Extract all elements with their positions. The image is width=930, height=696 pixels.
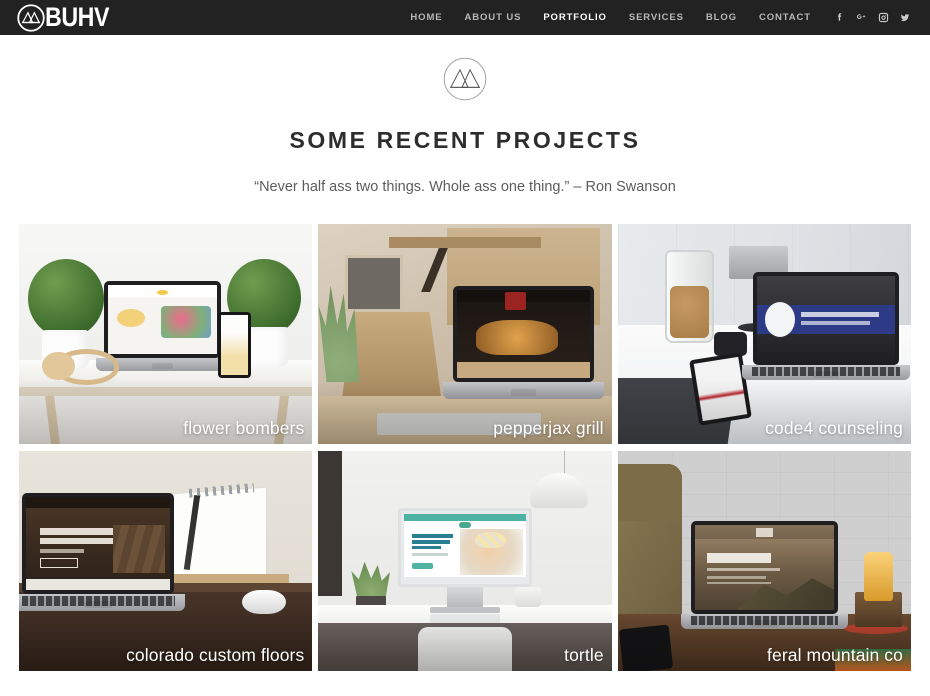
project-tile-code4-counseling[interactable]: code4 counseling (617, 224, 911, 444)
facebook-icon (837, 13, 841, 21)
main-navigation: HOME ABOUT US PORTFOLIO SERVICES BLOG CO… (399, 7, 916, 29)
nav-item-about-us[interactable]: ABOUT US (454, 12, 533, 23)
project-label: code4 counseling (765, 417, 903, 438)
project-tile-colorado-custom-floors[interactable]: colorado custom floors (19, 451, 313, 671)
project-label: feral mountain co (767, 644, 903, 665)
project-tile-pepperjax-grill[interactable]: pepperjax grill (318, 224, 612, 444)
instagram-icon (878, 12, 888, 23)
project-label: colorado custom floors (126, 644, 305, 665)
nav-list: HOME ABOUT US PORTFOLIO SERVICES BLOG CO… (399, 12, 822, 23)
page-intro: SOME RECENT PROJECTS “Never half ass two… (0, 35, 930, 195)
mountain-circle-logo-icon (17, 3, 45, 32)
nav-item-services[interactable]: SERVICES (618, 12, 695, 23)
project-tile-feral-mountain-co[interactable]: feral mountain co (617, 451, 911, 671)
project-label: pepperjax grill (493, 417, 604, 438)
nav-item-blog[interactable]: BLOG (695, 12, 748, 23)
project-label: tortle (564, 644, 604, 665)
nav-item-home[interactable]: HOME (399, 12, 453, 23)
page-title: SOME RECENT PROJECTS (289, 127, 641, 153)
googleplus-link[interactable] (850, 7, 872, 29)
page-quote: “Never half ass two things. Whole ass on… (254, 179, 676, 195)
brand-logo[interactable]: BUHV (16, 3, 120, 33)
project-tile-tortle[interactable]: tortle (318, 451, 612, 671)
twitter-link[interactable] (894, 7, 916, 29)
mountain-circle-emblem-icon (443, 57, 487, 101)
project-tile-flower-bombers[interactable]: flower bombers (19, 224, 313, 444)
site-header: BUHV HOME ABOUT US PORTFOLIO SERVICES BL… (0, 0, 930, 35)
project-label: flower bombers (183, 417, 305, 438)
twitter-icon (900, 14, 910, 22)
brand-text: BUHV (45, 2, 110, 32)
googleplus-icon (857, 14, 866, 20)
nav-item-portfolio[interactable]: PORTFOLIO (532, 12, 618, 23)
facebook-link[interactable] (828, 7, 850, 29)
instagram-link[interactable] (872, 7, 894, 29)
portfolio-grid: flower bombers pepperjax grill code4 cou… (0, 224, 930, 671)
social-links (828, 7, 916, 29)
nav-item-contact[interactable]: CONTACT (748, 12, 822, 23)
